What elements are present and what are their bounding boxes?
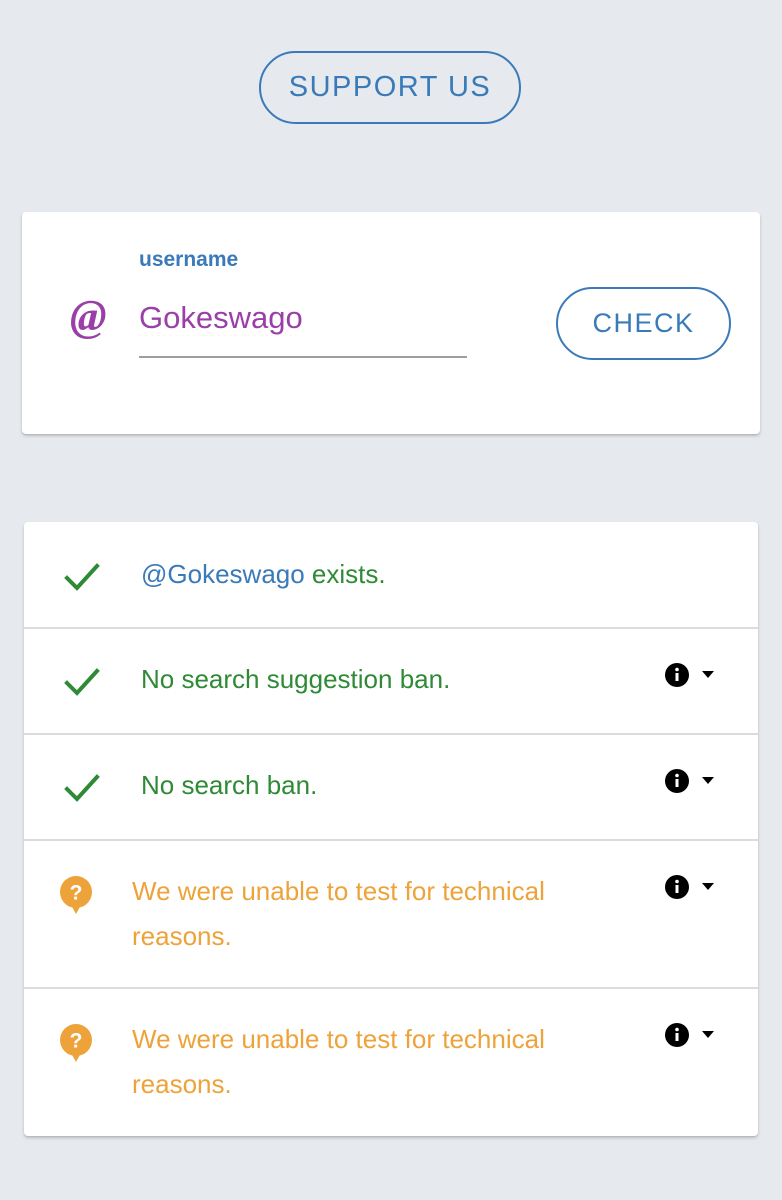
result-text-suffix: exists. (304, 559, 386, 589)
result-text: We were unable to test for technical rea… (132, 1024, 545, 1099)
result-handle: @Gokeswago (141, 559, 305, 589)
question-bubble-icon: ? (60, 876, 92, 914)
check-icon (64, 774, 100, 802)
result-row-search-ban: No search ban. (24, 735, 758, 841)
at-sign-icon: @ (70, 291, 107, 340)
info-icon (665, 663, 689, 687)
caret-down-icon (702, 671, 714, 678)
info-toggle[interactable] (664, 660, 726, 690)
username-input[interactable] (139, 292, 467, 358)
result-row-unknown-1: ? We were unable to test for technical r… (24, 841, 758, 989)
info-icon (665, 875, 689, 899)
info-icon (665, 1023, 689, 1047)
result-text: @Gokeswago exists. (141, 552, 386, 597)
info-toggle[interactable] (664, 766, 726, 796)
result-row-search-suggestion-ban: No search suggestion ban. (24, 629, 758, 735)
result-text: We were unable to test for technical rea… (132, 876, 545, 951)
svg-text:?: ? (70, 1030, 83, 1053)
caret-down-icon (702, 883, 714, 890)
caret-down-icon (702, 777, 714, 784)
username-field-label: username (139, 248, 239, 271)
caret-down-icon (702, 1031, 714, 1038)
check-button[interactable]: CHECK (556, 287, 731, 360)
result-row-exists: @Gokeswago exists. (24, 522, 758, 629)
result-text: No search suggestion ban. (141, 664, 451, 694)
result-row-unknown-2: ? We were unable to test for technical r… (24, 989, 758, 1136)
check-icon (64, 668, 100, 696)
support-us-button[interactable]: SUPPORT US (259, 51, 521, 124)
result-text: No search ban. (141, 770, 318, 800)
check-icon (64, 563, 100, 591)
username-check-card: @ username CHECK (22, 212, 760, 434)
page: SUPPORT US @ username CHECK @Gokeswago e… (0, 0, 782, 1200)
svg-text:?: ? (70, 882, 83, 905)
results-list: @Gokeswago exists. No search suggestion … (24, 522, 758, 1136)
question-bubble-icon: ? (60, 1024, 92, 1062)
info-toggle[interactable] (664, 872, 726, 902)
info-icon (665, 769, 689, 793)
info-toggle[interactable] (664, 1020, 726, 1050)
